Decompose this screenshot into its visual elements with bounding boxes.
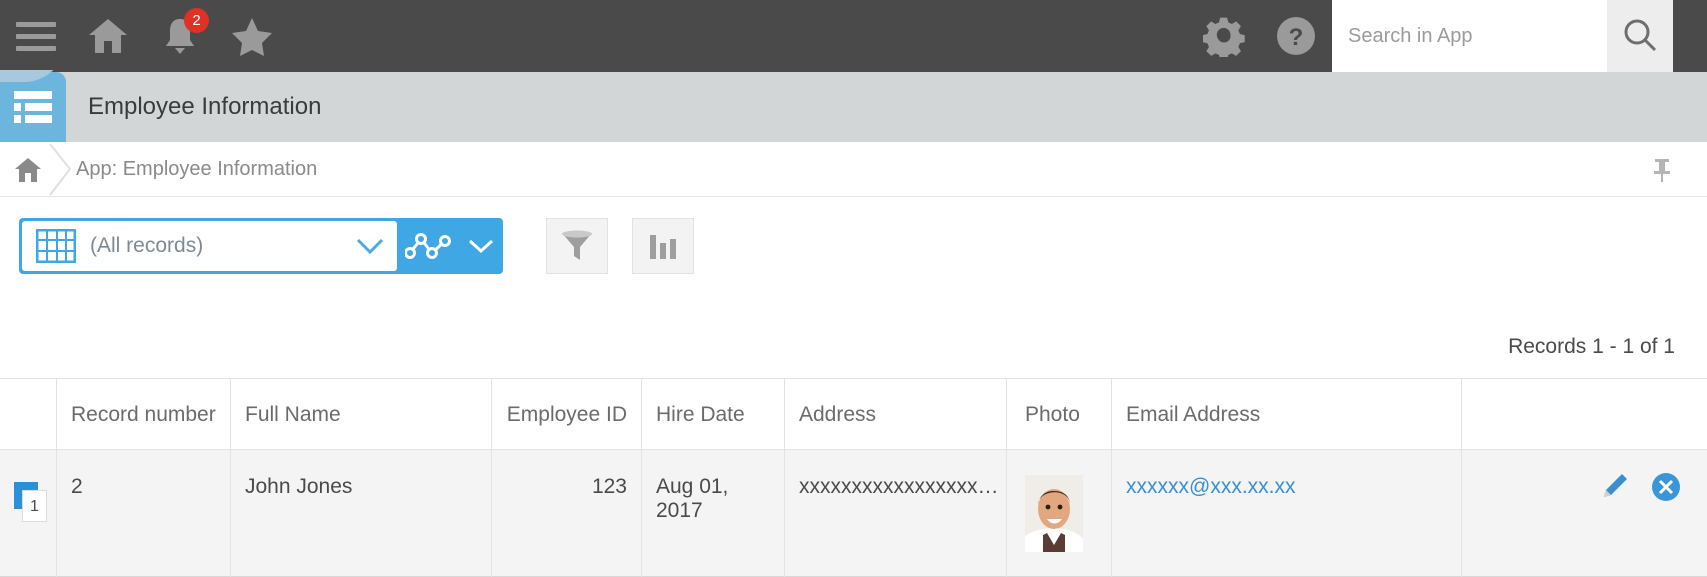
edit-record-button[interactable] xyxy=(1601,472,1629,500)
breadcrumb: App: Employee Information xyxy=(0,142,1707,197)
graph-line-icon xyxy=(405,233,451,259)
global-search xyxy=(1332,0,1673,72)
chevron-right-icon xyxy=(49,143,72,196)
table-header-actions xyxy=(1462,379,1707,451)
chevron-down-icon[interactable] xyxy=(355,236,391,256)
top-bar-endcap xyxy=(1673,0,1707,72)
table-header-hire-date[interactable]: Hire Date xyxy=(642,379,785,451)
row-index-label: 1 xyxy=(22,490,47,522)
notifications-badge: 2 xyxy=(184,8,209,33)
chevron-down-icon xyxy=(468,239,494,254)
table-header-rowmark xyxy=(0,379,57,451)
funnel-filter-icon xyxy=(562,230,592,260)
view-selector-display[interactable]: (All records) xyxy=(22,221,397,271)
cell-row-actions xyxy=(1462,450,1707,577)
table-grid-icon xyxy=(36,229,76,263)
breadcrumb-path[interactable]: App: Employee Information xyxy=(76,142,317,197)
filter-button[interactable] xyxy=(546,218,608,274)
page-title: Employee Information xyxy=(88,93,322,120)
delete-record-button[interactable] xyxy=(1651,472,1681,502)
top-bar-left-icons: 2 xyxy=(0,0,288,72)
star-icon xyxy=(232,18,272,56)
view-selector-label: (All records) xyxy=(90,234,204,257)
breadcrumb-home-button[interactable] xyxy=(7,142,49,197)
hamburger-menu-icon xyxy=(16,15,56,58)
app-list-icon xyxy=(14,91,52,123)
chart-button[interactable] xyxy=(632,218,694,274)
close-circle-icon xyxy=(1652,473,1680,501)
bar-chart-icon xyxy=(650,235,676,259)
table-header-full-name[interactable]: Full Name xyxy=(231,379,492,451)
global-settings-button[interactable] xyxy=(1188,0,1260,72)
global-top-bar: 2 ? xyxy=(0,0,1707,72)
gear-icon xyxy=(1203,17,1245,57)
favorites-button[interactable] xyxy=(216,0,288,72)
cell-address: xxxxxxxxxxxxxxxxx… xyxy=(785,450,1007,577)
app-header-bar: Employee Information xyxy=(0,72,1707,142)
row-stack-marker[interactable]: 1 xyxy=(14,482,48,522)
home-icon xyxy=(89,19,127,53)
search-input[interactable] xyxy=(1332,0,1607,72)
employee-photo-image xyxy=(1025,475,1083,552)
cell-photo[interactable] xyxy=(1007,450,1112,577)
table-header-employee-id[interactable]: Employee ID xyxy=(492,379,642,451)
cell-full-name: John Jones xyxy=(231,450,492,577)
pin-icon xyxy=(1654,158,1670,182)
home-icon xyxy=(15,157,41,182)
email-link[interactable]: xxxxxx@xxx.xx.xx xyxy=(1126,475,1296,499)
view-toolbar: (All records) xyxy=(0,197,1707,493)
cell-record-number: 2 xyxy=(57,450,231,577)
table-header-email-address[interactable]: Email Address xyxy=(1112,379,1462,451)
employee-photo[interactable] xyxy=(1025,475,1083,552)
cell-email-address: xxxxxx@xxx.xx.xx xyxy=(1112,450,1462,577)
app-icon-shadow xyxy=(0,70,66,86)
help-button[interactable]: ? xyxy=(1260,0,1332,72)
table-header-photo[interactable]: Photo xyxy=(1007,379,1112,451)
home-button[interactable] xyxy=(72,0,144,72)
table-header-record-number[interactable]: Record number xyxy=(57,379,231,451)
help-question-icon: ? xyxy=(1277,17,1315,55)
view-selector[interactable]: (All records) xyxy=(19,218,503,274)
magnifier-icon xyxy=(1624,19,1657,52)
records-count-status: Records 1 - 1 of 1 xyxy=(1508,335,1675,358)
search-button[interactable] xyxy=(1607,0,1673,72)
cell-hire-date: Aug 01, 2017 xyxy=(642,450,785,577)
table-header-row: Record number Full Name Employee ID Hire… xyxy=(0,378,1707,451)
table-row[interactable]: 1 2 John Jones 123 Aug 01, 2017 xxxxxxxx… xyxy=(0,450,1707,577)
table-header-address[interactable]: Address xyxy=(785,379,1007,451)
top-bar-right-icons: ? xyxy=(1188,0,1707,72)
row-marker-cell[interactable]: 1 xyxy=(0,450,57,577)
cell-employee-id: 123 xyxy=(492,450,642,577)
hamburger-menu-button[interactable] xyxy=(0,0,72,72)
records-table: Record number Full Name Employee ID Hire… xyxy=(0,378,1707,577)
pin-button[interactable] xyxy=(1651,142,1673,197)
graph-view-button[interactable] xyxy=(397,218,459,274)
notifications-button[interactable]: 2 xyxy=(144,0,216,72)
graph-view-dropdown[interactable] xyxy=(459,218,503,274)
svg-text:?: ? xyxy=(1289,24,1304,51)
pencil-edit-icon xyxy=(1604,474,1627,497)
